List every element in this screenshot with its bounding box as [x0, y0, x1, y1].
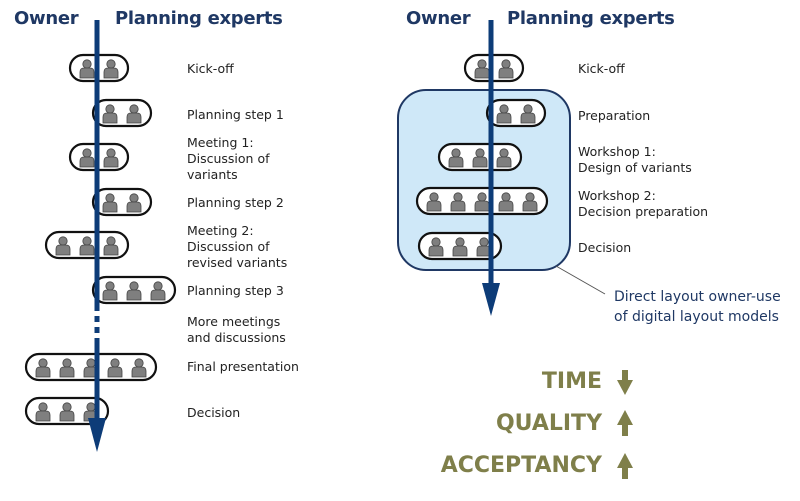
quality-up-arrow-icon	[617, 410, 633, 436]
right-participants-pill	[415, 186, 549, 216]
callout-text: Direct layout owner-use of digital layou…	[614, 289, 781, 325]
right-step-label: Decision	[578, 240, 632, 255]
left-participants-pill	[44, 230, 130, 260]
right-participants-pill	[463, 53, 525, 83]
left-step-label: Decision	[187, 405, 241, 420]
metric-acceptancy: ACCEPTANCY	[440, 453, 602, 478]
metric-time: TIME	[541, 369, 602, 394]
left-step-label: Planning step 3	[187, 283, 284, 298]
time-down-arrow-icon	[617, 370, 633, 395]
left-participants-pill	[91, 187, 153, 217]
process-diagram	[24, 20, 633, 479]
left-step-label: Planning step 1	[187, 107, 284, 122]
left-participants-pill	[91, 275, 177, 305]
left-step-label: Meeting 2: Discussion of revised variant…	[187, 223, 288, 270]
right-step-label: Workshop 1: Design of variants	[578, 144, 692, 175]
left-step-label: Planning step 2	[187, 195, 284, 210]
left-participants-pill	[24, 352, 158, 382]
right-step-label: Workshop 2: Decision preparation	[578, 188, 709, 219]
right-participants-pill	[485, 98, 547, 128]
acceptancy-up-arrow-icon	[617, 453, 633, 479]
callout-connector	[555, 265, 606, 295]
left-step-label: Meeting 1: Discussion of variants	[187, 135, 270, 182]
metric-quality: QUALITY	[495, 411, 602, 436]
left-step-label: More meetings and discussions	[187, 314, 286, 345]
left-step-label: Final presentation	[187, 359, 299, 374]
right-step-label: Kick-off	[578, 61, 625, 76]
right-step-label: Preparation	[578, 108, 651, 123]
right-participants-pill	[437, 142, 523, 172]
left-participants-pill	[91, 98, 153, 128]
left-step-label: Kick-off	[187, 61, 234, 76]
